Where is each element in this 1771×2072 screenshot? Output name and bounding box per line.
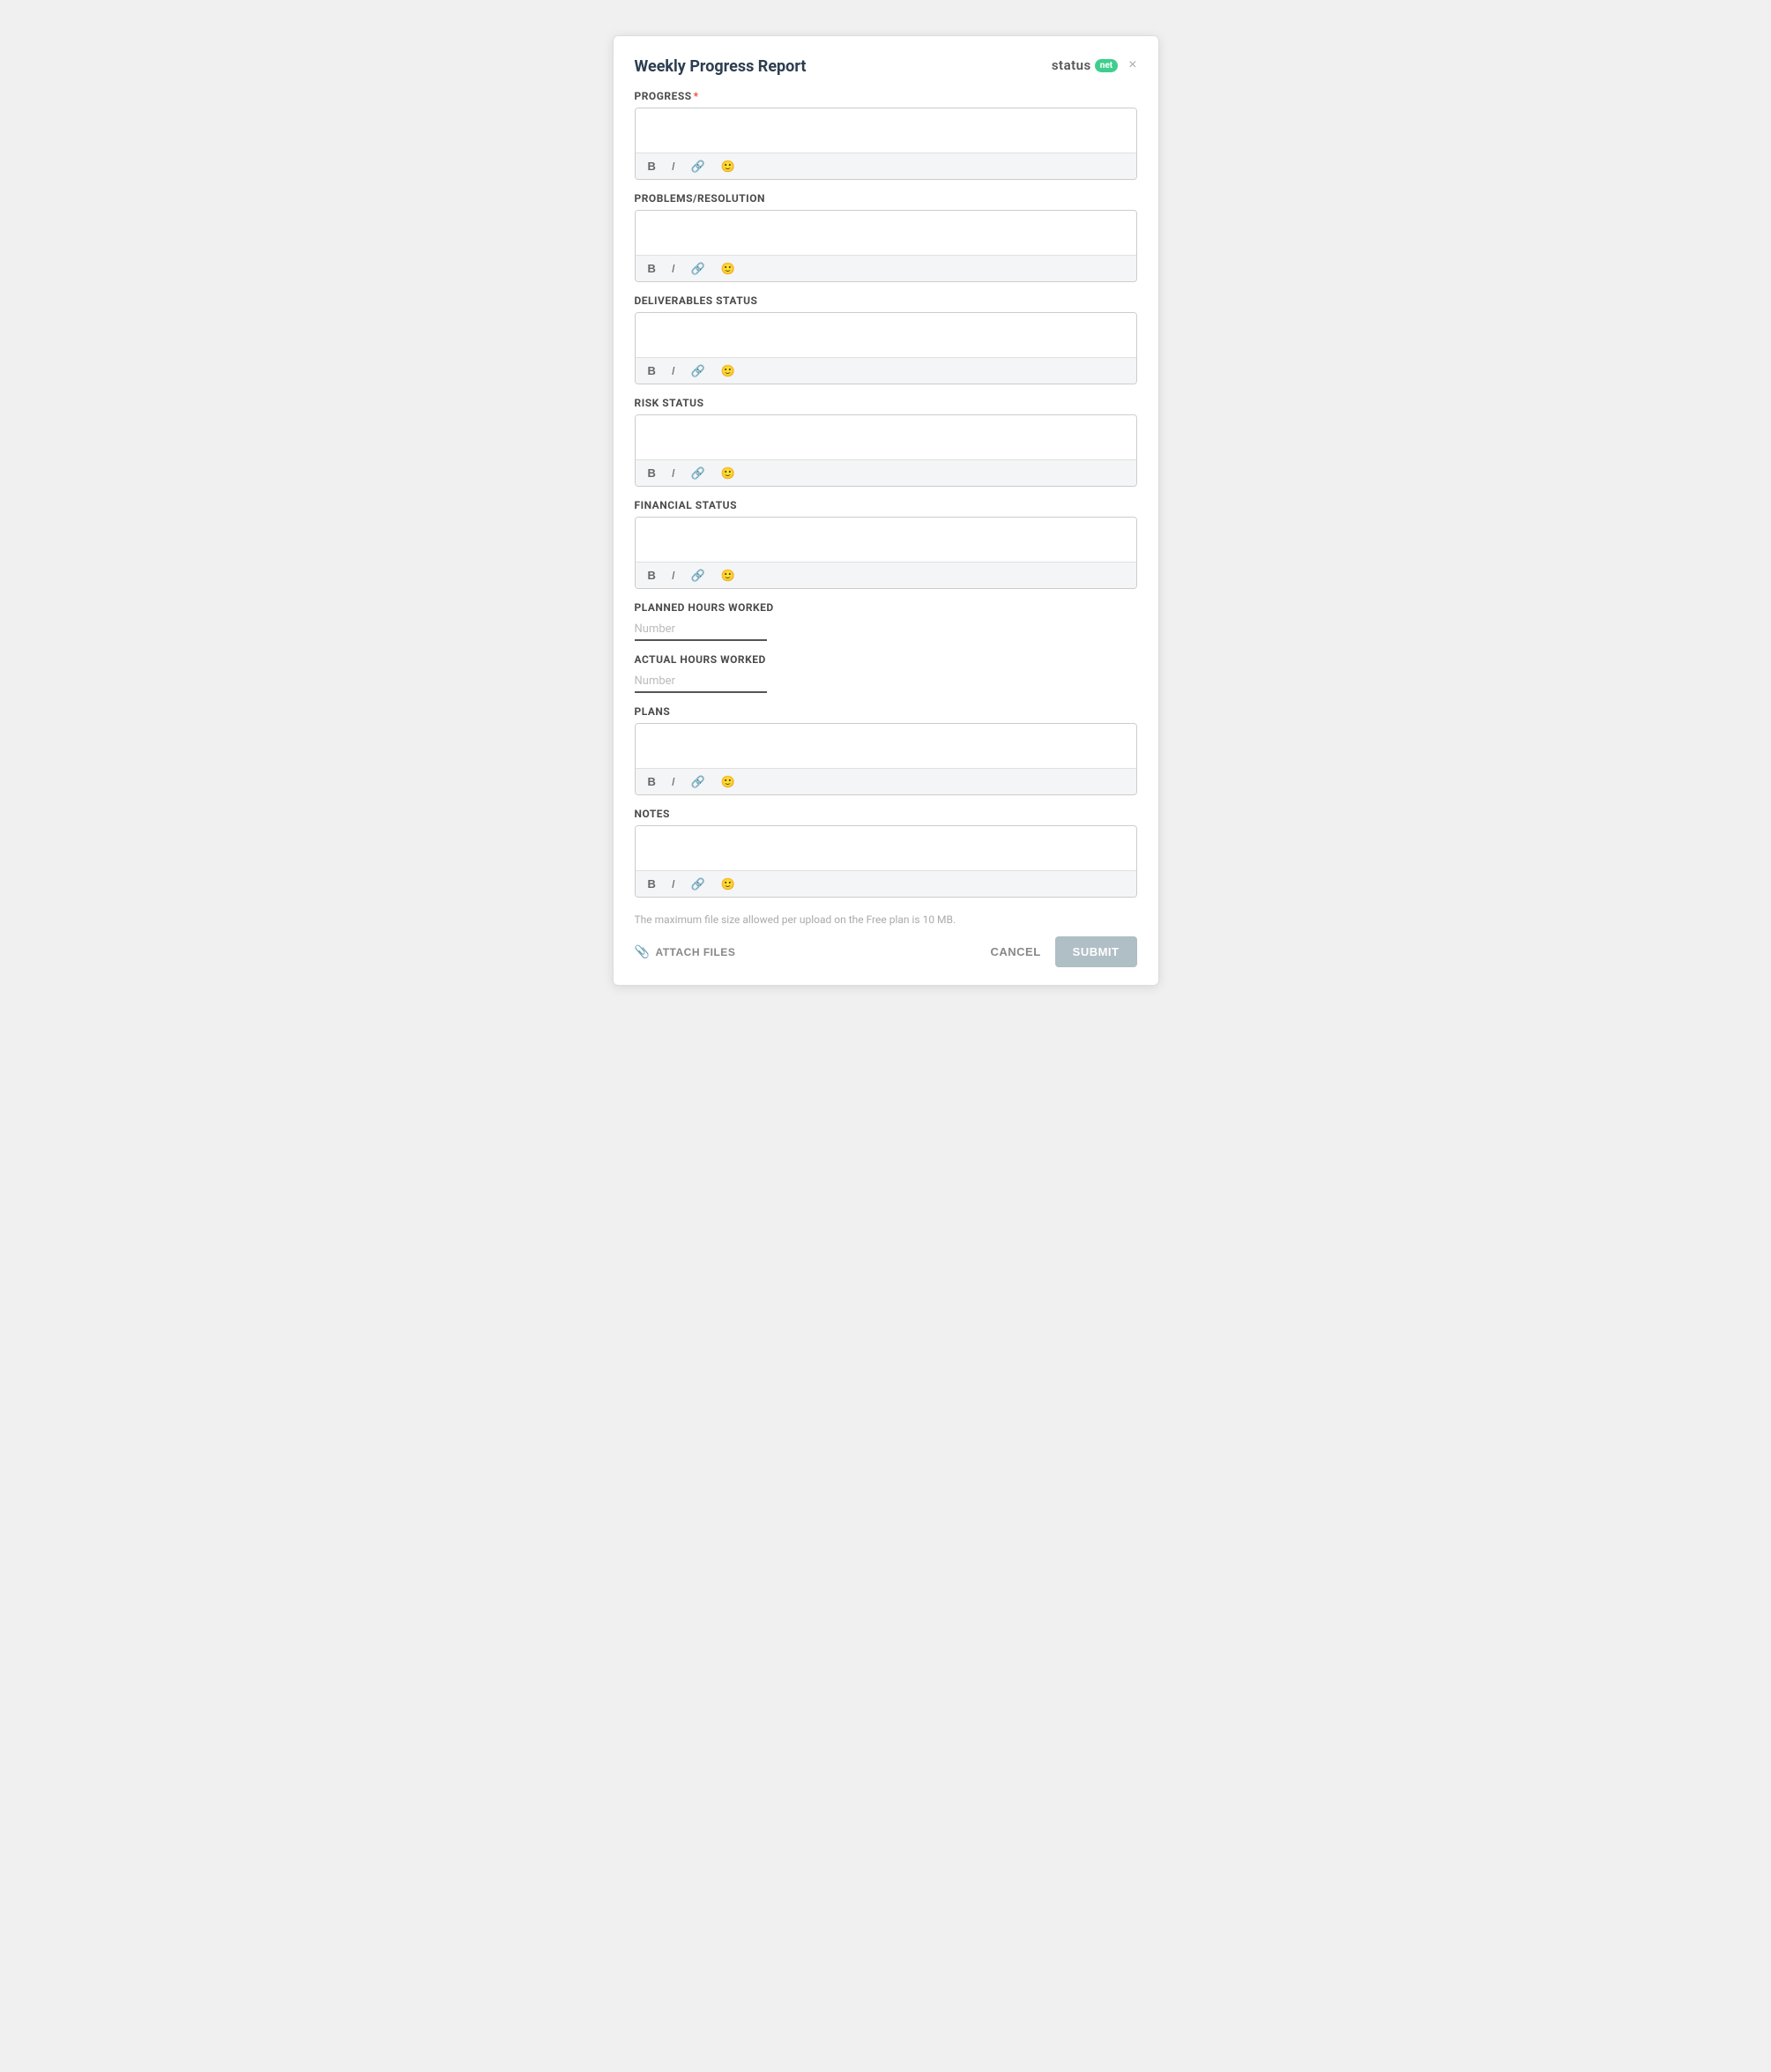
- financial-bold-button[interactable]: B: [644, 568, 659, 583]
- notes-toolbar: B I 🔗 🙂: [636, 870, 1136, 897]
- cancel-button[interactable]: CANCEL: [990, 945, 1040, 958]
- risk-section: RISK STATUS B I 🔗 🙂: [635, 397, 1137, 487]
- brand-text: status: [1052, 57, 1091, 73]
- footer-actions: 📎 ATTACH FILES CANCEL SUBMIT: [635, 936, 1137, 967]
- footer-info: The maximum file size allowed per upload…: [635, 913, 1137, 926]
- deliverables-label: DELIVERABLES STATUS: [635, 294, 1137, 307]
- plans-editor-wrapper: B I 🔗 🙂: [635, 723, 1137, 795]
- actual-hours-section: ACTUAL HOURS WORKED: [635, 653, 1137, 693]
- plans-input[interactable]: [636, 724, 1136, 764]
- risk-editor-wrapper: B I 🔗 🙂: [635, 414, 1137, 487]
- financial-emoji-button[interactable]: 🙂: [718, 568, 739, 583]
- submit-button[interactable]: SUBMIT: [1055, 936, 1137, 967]
- notes-label: NOTES: [635, 808, 1137, 820]
- attach-files-button[interactable]: 📎 ATTACH FILES: [635, 944, 736, 959]
- planned-hours-input[interactable]: [635, 619, 767, 641]
- problems-input[interactable]: [636, 211, 1136, 251]
- plans-label: PLANS: [635, 705, 1137, 718]
- progress-toolbar: B I 🔗 🙂: [636, 153, 1136, 179]
- problems-toolbar: B I 🔗 🙂: [636, 255, 1136, 281]
- plans-toolbar: B I 🔗 🙂: [636, 768, 1136, 794]
- plans-bold-button[interactable]: B: [644, 774, 659, 789]
- modal-title: Weekly Progress Report: [635, 57, 807, 76]
- progress-bold-button[interactable]: B: [644, 159, 659, 174]
- plans-italic-button[interactable]: I: [668, 774, 679, 789]
- required-indicator: *: [694, 90, 699, 102]
- progress-link-button[interactable]: 🔗: [688, 159, 709, 174]
- planned-hours-input-wrapper: [635, 619, 1137, 641]
- risk-toolbar: B I 🔗 🙂: [636, 459, 1136, 486]
- financial-toolbar: B I 🔗 🙂: [636, 562, 1136, 588]
- modal-container: Weekly Progress Report status net × PROG…: [613, 35, 1159, 986]
- paperclip-icon: 📎: [635, 944, 651, 959]
- financial-label: FINANCIAL STATUS: [635, 499, 1137, 511]
- financial-section: FINANCIAL STATUS B I 🔗 🙂: [635, 499, 1137, 589]
- deliverables-bold-button[interactable]: B: [644, 363, 659, 378]
- close-button[interactable]: ×: [1128, 58, 1136, 72]
- modal-title-wrapper: Weekly Progress Report: [635, 57, 807, 76]
- notes-editor-wrapper: B I 🔗 🙂: [635, 825, 1137, 898]
- problems-section: PROBLEMS/RESOLUTION B I 🔗 🙂: [635, 192, 1137, 282]
- risk-italic-button[interactable]: I: [668, 466, 679, 481]
- problems-editor-wrapper: B I 🔗 🙂: [635, 210, 1137, 282]
- notes-emoji-button[interactable]: 🙂: [718, 876, 739, 891]
- problems-link-button[interactable]: 🔗: [688, 261, 709, 276]
- problems-italic-button[interactable]: I: [668, 261, 679, 276]
- risk-link-button[interactable]: 🔗: [688, 466, 709, 481]
- modal-header: Weekly Progress Report status net ×: [635, 57, 1137, 76]
- notes-input[interactable]: [636, 826, 1136, 867]
- attach-label: ATTACH FILES: [655, 946, 735, 958]
- risk-emoji-button[interactable]: 🙂: [718, 466, 739, 481]
- actual-hours-input-wrapper: [635, 671, 1137, 693]
- progress-editor-wrapper: B I 🔗 🙂: [635, 108, 1137, 180]
- planned-hours-section: PLANNED HOURS WORKED: [635, 601, 1137, 641]
- deliverables-italic-button[interactable]: I: [668, 363, 679, 378]
- deliverables-link-button[interactable]: 🔗: [688, 363, 709, 378]
- brand-badge: net: [1095, 59, 1118, 72]
- plans-link-button[interactable]: 🔗: [688, 774, 709, 789]
- deliverables-emoji-button[interactable]: 🙂: [718, 363, 739, 378]
- plans-emoji-button[interactable]: 🙂: [718, 774, 739, 789]
- risk-bold-button[interactable]: B: [644, 466, 659, 481]
- problems-label: PROBLEMS/RESOLUTION: [635, 192, 1137, 205]
- deliverables-section: DELIVERABLES STATUS B I 🔗 🙂: [635, 294, 1137, 384]
- notes-section: NOTES B I 🔗 🙂: [635, 808, 1137, 898]
- financial-link-button[interactable]: 🔗: [688, 568, 709, 583]
- progress-emoji-button[interactable]: 🙂: [718, 159, 739, 174]
- planned-hours-label: PLANNED HOURS WORKED: [635, 601, 1137, 614]
- financial-input[interactable]: [636, 518, 1136, 558]
- deliverables-input[interactable]: [636, 313, 1136, 354]
- notes-bold-button[interactable]: B: [644, 876, 659, 891]
- progress-label: PROGRESS*: [635, 90, 1137, 102]
- risk-label: RISK STATUS: [635, 397, 1137, 409]
- problems-bold-button[interactable]: B: [644, 261, 659, 276]
- notes-link-button[interactable]: 🔗: [688, 876, 709, 891]
- progress-input[interactable]: [636, 108, 1136, 149]
- deliverables-editor-wrapper: B I 🔗 🙂: [635, 312, 1137, 384]
- actual-hours-input[interactable]: [635, 671, 767, 693]
- footer-right-actions: CANCEL SUBMIT: [990, 936, 1136, 967]
- deliverables-toolbar: B I 🔗 🙂: [636, 357, 1136, 384]
- financial-editor-wrapper: B I 🔗 🙂: [635, 517, 1137, 589]
- notes-italic-button[interactable]: I: [668, 876, 679, 891]
- plans-section: PLANS B I 🔗 🙂: [635, 705, 1137, 795]
- brand-logo: status net ×: [1052, 57, 1137, 73]
- financial-italic-button[interactable]: I: [668, 568, 679, 583]
- progress-italic-button[interactable]: I: [668, 159, 679, 174]
- problems-emoji-button[interactable]: 🙂: [718, 261, 739, 276]
- risk-input[interactable]: [636, 415, 1136, 456]
- progress-section: PROGRESS* B I 🔗 🙂: [635, 90, 1137, 180]
- actual-hours-label: ACTUAL HOURS WORKED: [635, 653, 1137, 666]
